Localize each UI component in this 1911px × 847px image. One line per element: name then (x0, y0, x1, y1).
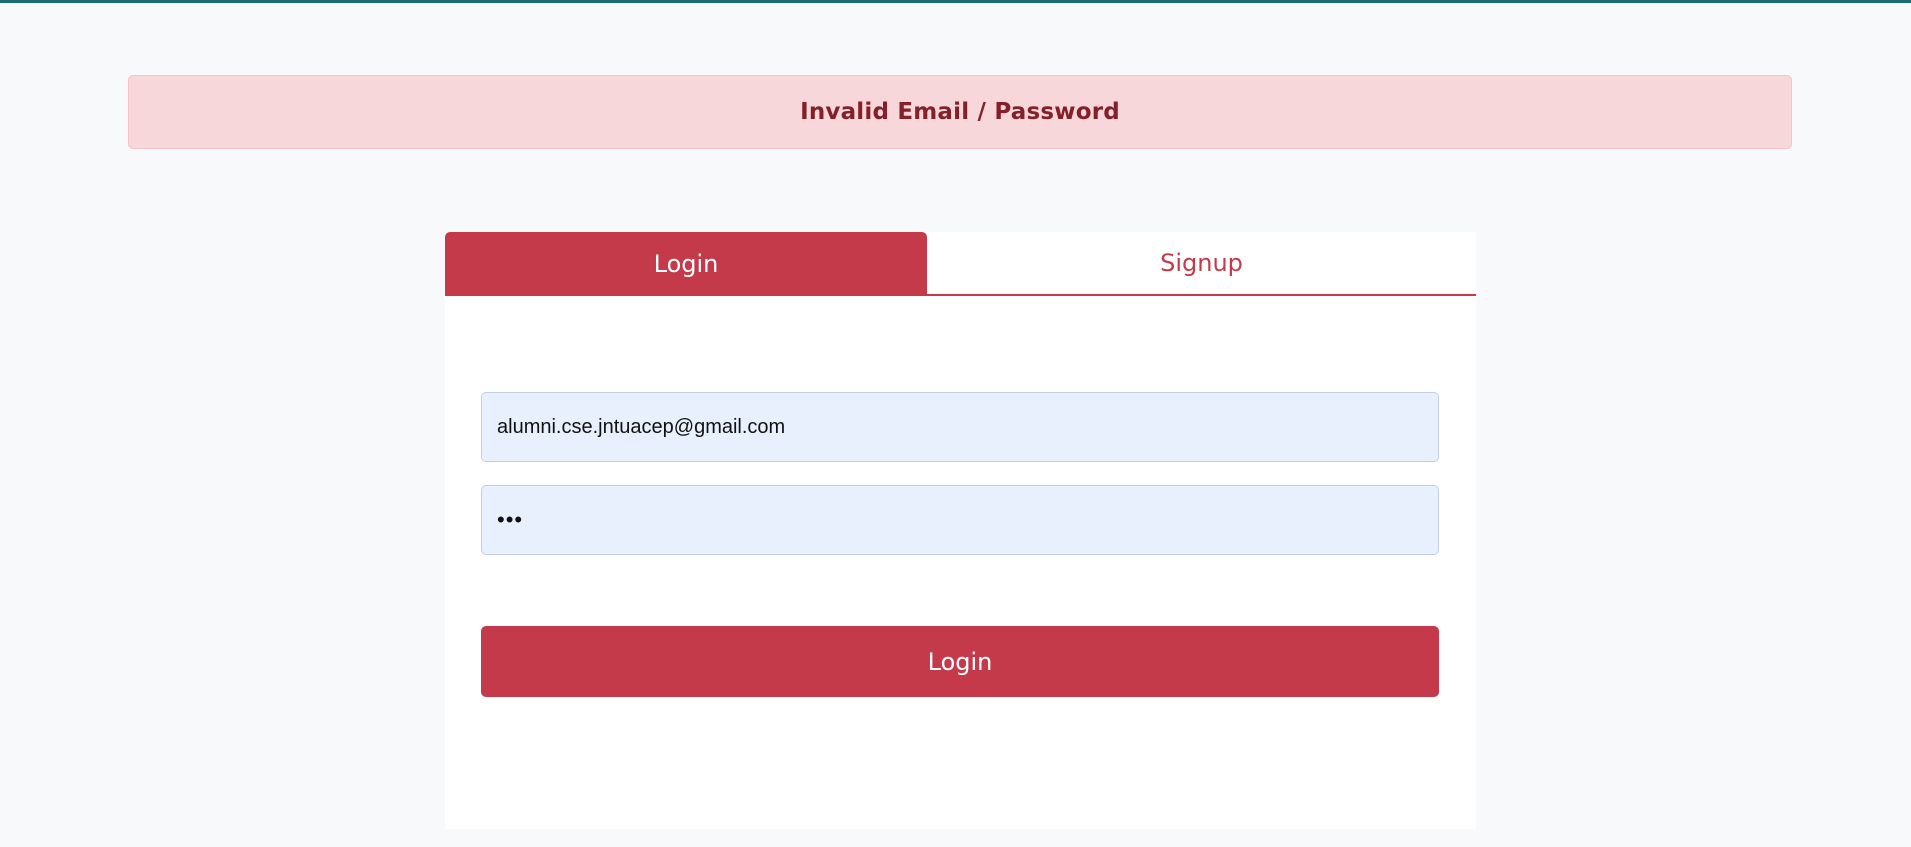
auth-tabs: Login Signup (445, 232, 1476, 296)
email-field[interactable] (481, 392, 1439, 462)
login-button[interactable]: Login (481, 626, 1439, 697)
tab-signup[interactable]: Signup (927, 232, 1476, 296)
error-alert: Invalid Email / Password (128, 75, 1792, 149)
error-alert-message: Invalid Email / Password (800, 99, 1120, 125)
top-accent-strip (0, 0, 1911, 3)
auth-card: Login Signup Login (445, 232, 1476, 829)
password-field[interactable] (481, 485, 1439, 555)
tab-login[interactable]: Login (445, 232, 927, 296)
